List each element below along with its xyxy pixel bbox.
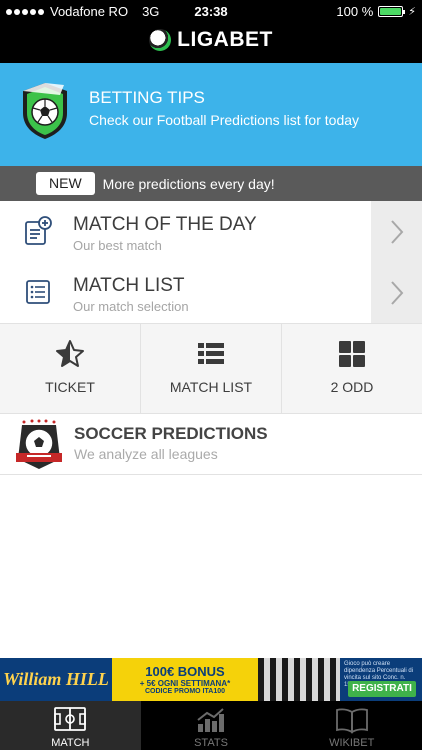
tile-match-list[interactable]: MATCH LIST bbox=[141, 324, 282, 413]
battery-percent: 100 % bbox=[336, 4, 374, 19]
tile-ticket[interactable]: TICKET bbox=[0, 324, 141, 413]
news-bar: NEW More predictions every day! bbox=[0, 166, 422, 201]
star-icon bbox=[56, 340, 84, 367]
shortcut-tiles: TICKET MATCH LIST 2 ODD bbox=[0, 324, 422, 414]
promo-subtitle: We analyze all leagues bbox=[74, 446, 218, 462]
promo-title: SOCCER PREDICTIONS bbox=[74, 424, 268, 443]
tile-label: TICKET bbox=[45, 379, 95, 395]
app-screen: Vodafone RO 3G 23:38 100 % ⚡ LIGABET BET… bbox=[0, 0, 422, 750]
status-right: 100 % ⚡ bbox=[336, 4, 416, 19]
chevron-right-icon[interactable] bbox=[371, 262, 422, 323]
ad-bonus: 100€ BONUS + 5€ OGNI SETTIMANA* CODICE P… bbox=[112, 658, 258, 701]
grid-icon bbox=[339, 341, 365, 367]
chevron-right-icon[interactable] bbox=[371, 201, 422, 262]
tab-wikibet[interactable]: WIKIBET bbox=[281, 701, 422, 750]
document-plus-icon bbox=[25, 216, 52, 245]
football-badge-icon bbox=[16, 419, 62, 469]
row-title: MATCH OF THE DAY bbox=[73, 214, 257, 235]
status-bar: Vodafone RO 3G 23:38 100 % ⚡ bbox=[0, 0, 422, 22]
tile-label: 2 ODD bbox=[330, 379, 374, 395]
ad-bonus-extra: + 5€ OGNI SETTIMANA* bbox=[139, 679, 231, 688]
tab-label: WIKIBET bbox=[329, 737, 375, 749]
hero-subtitle: Check our Football Predictions list for … bbox=[89, 112, 360, 128]
tab-label: STATS bbox=[194, 737, 228, 749]
brand-logo-icon bbox=[149, 29, 172, 51]
stats-icon bbox=[197, 708, 224, 732]
ad-promo-code: CODICE PROMO ITA100 bbox=[145, 688, 225, 695]
brand-name: LIGABET bbox=[177, 28, 273, 51]
row-subtitle: Our match selection bbox=[73, 299, 189, 314]
tab-match[interactable]: MATCH bbox=[0, 701, 141, 750]
row-title: MATCH LIST bbox=[73, 275, 185, 296]
list-icon bbox=[198, 343, 224, 364]
list-icon bbox=[26, 280, 50, 304]
ad-banner[interactable]: William HILL 100€ BONUS + 5€ OGNI SETTIM… bbox=[0, 658, 422, 701]
register-button[interactable]: REGISTRATI bbox=[348, 681, 416, 697]
soccer-predictions-row[interactable]: SOCCER PREDICTIONS We analyze all league… bbox=[0, 414, 422, 475]
tile-label: MATCH LIST bbox=[169, 379, 253, 395]
top-bar: Vodafone RO 3G 23:38 100 % ⚡ LIGABET bbox=[0, 0, 422, 63]
ad-jerseys-image bbox=[258, 658, 340, 701]
tile-2-odd[interactable]: 2 ODD bbox=[282, 324, 422, 413]
row-subtitle: Our best match bbox=[73, 238, 162, 253]
battery-icon bbox=[378, 6, 406, 17]
tab-label: MATCH bbox=[51, 737, 90, 749]
shield-ball-icon bbox=[23, 83, 67, 139]
charging-icon: ⚡ bbox=[408, 6, 416, 18]
pitch-icon bbox=[54, 707, 87, 731]
betting-tips-banner[interactable]: BETTING TIPS Check our Football Predicti… bbox=[0, 63, 422, 166]
ad-bonus-title: 100€ BONUS bbox=[145, 664, 225, 679]
news-message: More predictions every day! bbox=[102, 175, 275, 192]
match-of-the-day-row[interactable]: MATCH OF THE DAY Our best match bbox=[0, 201, 422, 263]
match-list-row[interactable]: MATCH LIST Our match selection bbox=[0, 262, 422, 324]
new-badge: NEW bbox=[36, 172, 95, 195]
hero-title: BETTING TIPS bbox=[89, 88, 205, 107]
tab-stats[interactable]: STATS bbox=[141, 701, 282, 750]
book-icon bbox=[335, 708, 368, 734]
ad-register-panel: Gioco può creare dipendenza Percentuali … bbox=[340, 658, 422, 701]
app-brand: LIGABET bbox=[0, 27, 422, 53]
tab-bar: MATCH STATS WIKIBET bbox=[0, 701, 422, 750]
ad-brand: William HILL bbox=[0, 658, 112, 701]
